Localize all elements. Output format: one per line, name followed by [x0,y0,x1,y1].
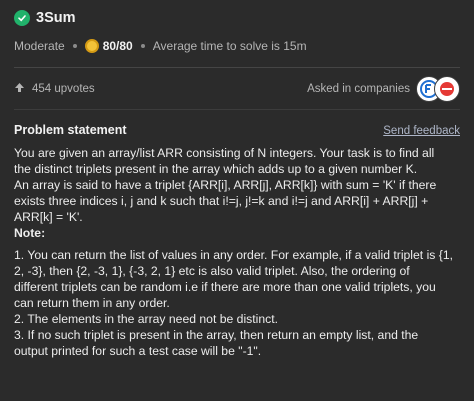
statement-header: Problem statement Send feedback [14,123,460,137]
upvote-button[interactable]: 454 upvotes [14,82,95,96]
stats-row: 454 upvotes Asked in companies [14,75,460,102]
asked-in-label: Asked in companies [307,82,410,95]
note-line: output printed for such a test case will… [14,344,262,358]
send-feedback-link[interactable]: Send feedback [383,125,460,137]
statement-line: An array is said to have a triplet {ARR[… [14,178,437,192]
company-logo-icon[interactable] [434,75,460,102]
statement-line: exists three indices i, j and k such tha… [14,194,429,208]
title-row: 3Sum [14,0,460,36]
separator-dot [72,44,77,48]
companies-section: Asked in companies [307,75,460,102]
note-line: can return them in any order. [14,296,170,310]
avg-time: Average time to solve is 15m [152,39,307,53]
statement-line: You are given an array/list ARR consisti… [14,146,435,160]
note-line: 1. You can return the list of values in … [14,248,453,262]
difficulty-label: Moderate [14,39,65,53]
note-line: 2. The elements in the array need not be… [14,312,278,326]
problem-page: 3Sum Moderate 80/80 Average time to solv… [0,0,474,401]
statement-body: You are given an array/list ARR consisti… [14,145,460,359]
check-icon [14,10,30,26]
divider [14,109,460,110]
note-line: different triplets can be random i.e if … [14,280,436,294]
score-value: 80/80 [102,39,133,53]
note-line: 2, -3}, then {2, -3, 1}, {-3, 2, 1} etc … [14,264,410,278]
meta-row: Moderate 80/80 Average time to solve is … [14,36,460,56]
statement-line: ARR[k] = 'K'. [14,210,83,224]
divider [14,67,460,68]
arrow-up-icon [14,82,25,96]
separator-dot [140,44,145,48]
note-line: 3. If no such triplet is present in the … [14,328,419,342]
note-label: Note: [14,226,46,240]
statement-title: Problem statement [14,123,127,137]
statement-line: the distinct triplets present in the arr… [14,162,418,176]
upvote-count: 454 upvotes [32,82,95,95]
coin-icon [84,39,99,53]
problem-title: 3Sum [36,10,76,26]
